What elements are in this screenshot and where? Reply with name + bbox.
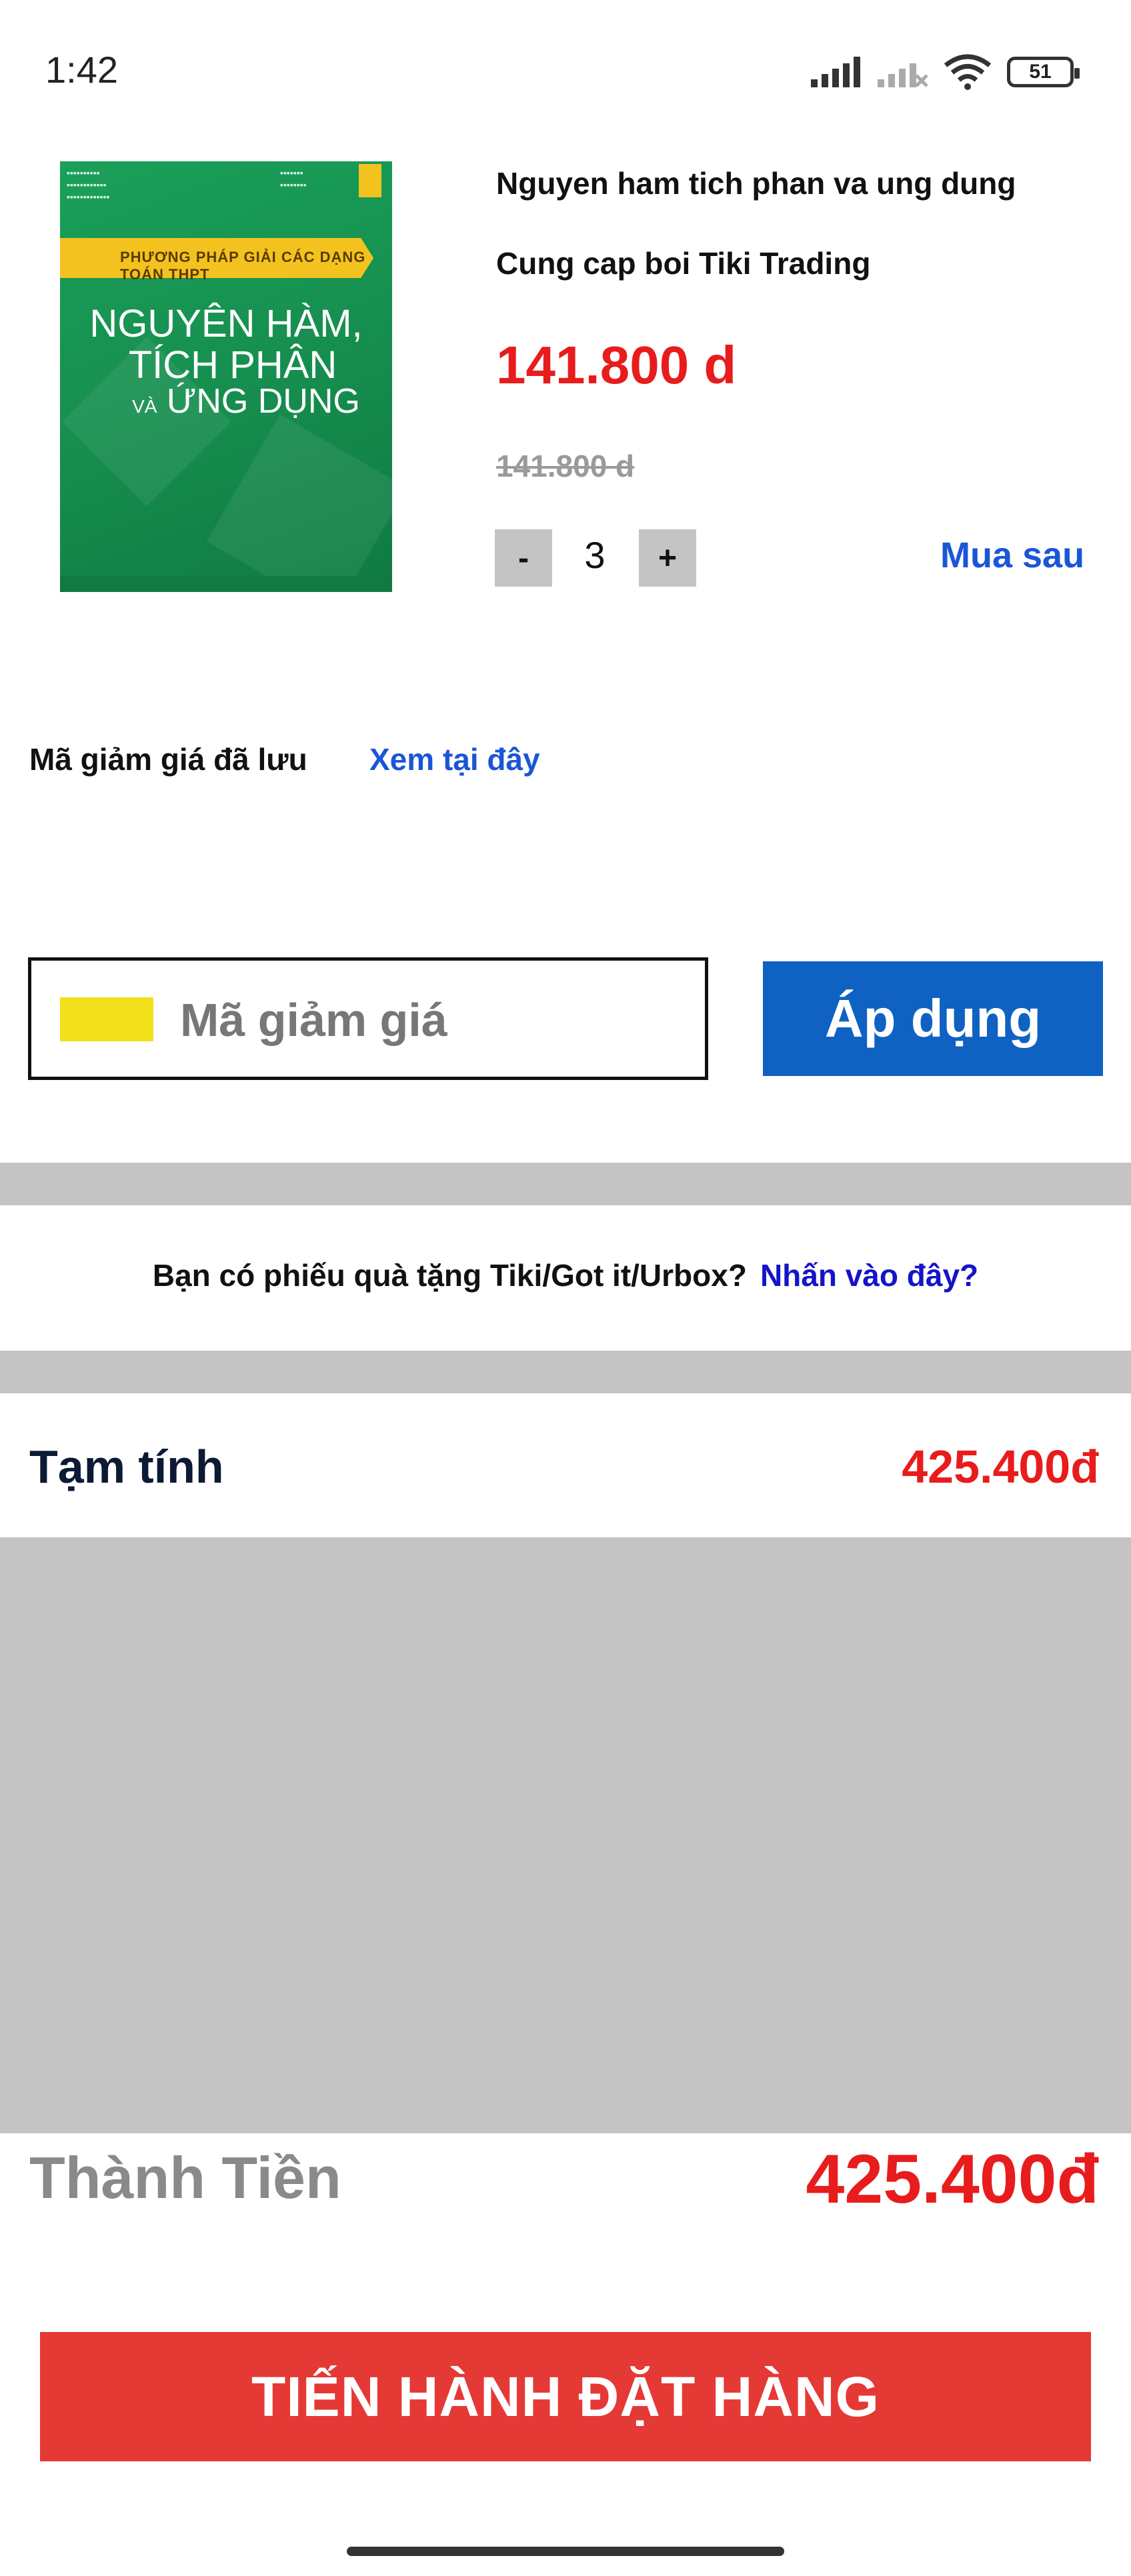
cover-band-text: PHƯƠNG PHÁP GIẢI CÁC DẠNG TOÁN THPT: [120, 249, 366, 283]
product-old-price: 141.800 d: [496, 449, 635, 483]
cover-title-line3-text: ỨNG DỤNG: [166, 382, 360, 421]
cover-authors: ▪▪▪▪▪▪▪▪▪▪ ▪▪▪▪▪▪▪▪▪▪▪▪ ▪▪▪▪▪▪▪▪▪▪▪▪▪: [67, 167, 110, 202]
empty-section: [0, 1537, 1131, 2133]
gift-voucher-text: Bạn có phiếu quà tặng Tiki/Got it/Urbox?: [152, 1258, 747, 1293]
apply-coupon-button[interactable]: Áp dụng: [763, 961, 1103, 1076]
cover-title-line2: TÍCH PHÂN: [128, 343, 337, 387]
product-price: 141.800 d: [496, 335, 737, 395]
section-divider: [0, 1163, 1131, 1205]
gift-voucher-link[interactable]: Nhấn vào đây?: [760, 1258, 978, 1293]
saved-coupons-label: Mã giảm giá đã lưu: [29, 742, 307, 777]
cover-title-line3: VÀ ỨNG DỤNG: [60, 381, 392, 421]
quantity-decrease-button[interactable]: -: [495, 529, 552, 587]
product-image[interactable]: ▪▪▪▪▪▪▪▪▪▪ ▪▪▪▪▪▪▪▪▪▪▪▪ ▪▪▪▪▪▪▪▪▪▪▪▪▪ ▪▪▪▪…: [60, 161, 392, 592]
status-icons: 51: [810, 52, 1080, 92]
coupon-input[interactable]: [180, 993, 687, 1047]
quantity-increase-button[interactable]: +: [639, 529, 696, 587]
signal-icon: [811, 57, 860, 87]
quantity-value: 3: [584, 534, 606, 576]
home-indicator[interactable]: [347, 2547, 784, 2556]
saved-coupons-link[interactable]: Xem tại đây: [369, 741, 540, 777]
cover-footer: [60, 576, 392, 592]
gift-voucher-row: Bạn có phiếu quà tặng Tiki/Got it/Urbox?…: [0, 1257, 1131, 1293]
cover-title-prefix: VÀ: [132, 396, 157, 417]
total-label: Thành Tiền: [29, 2145, 341, 2211]
place-order-button[interactable]: TIẾN HÀNH ĐẶT HÀNG: [40, 2332, 1091, 2461]
subtotal-label: Tạm tính: [29, 1441, 224, 1493]
subtotal-value: 425.400đ: [902, 1441, 1099, 1493]
cover-badge: [359, 164, 381, 197]
section-divider: [0, 1351, 1131, 1393]
coupon-tag-icon: [60, 997, 153, 1041]
wifi-icon: [944, 54, 992, 90]
cover-title-line1: NGUYÊN HÀM,: [89, 302, 363, 345]
cover-series: ▪▪▪▪▪▪▪ ▪▪▪▪▪▪▪▪: [280, 167, 307, 190]
signal-off-icon: [878, 63, 928, 87]
status-time: 1:42: [45, 49, 118, 91]
battery-icon: 51: [1007, 57, 1080, 87]
product-seller: Cung cap boi Tiki Trading: [496, 246, 871, 281]
buy-later-link[interactable]: Mua sau: [940, 535, 1084, 576]
battery-level: 51: [1029, 61, 1052, 83]
product-name[interactable]: Nguyen ham tich phan va ung dung: [496, 165, 1016, 201]
total-value: 425.400đ: [806, 2141, 1099, 2218]
cover-pattern: [206, 414, 392, 592]
